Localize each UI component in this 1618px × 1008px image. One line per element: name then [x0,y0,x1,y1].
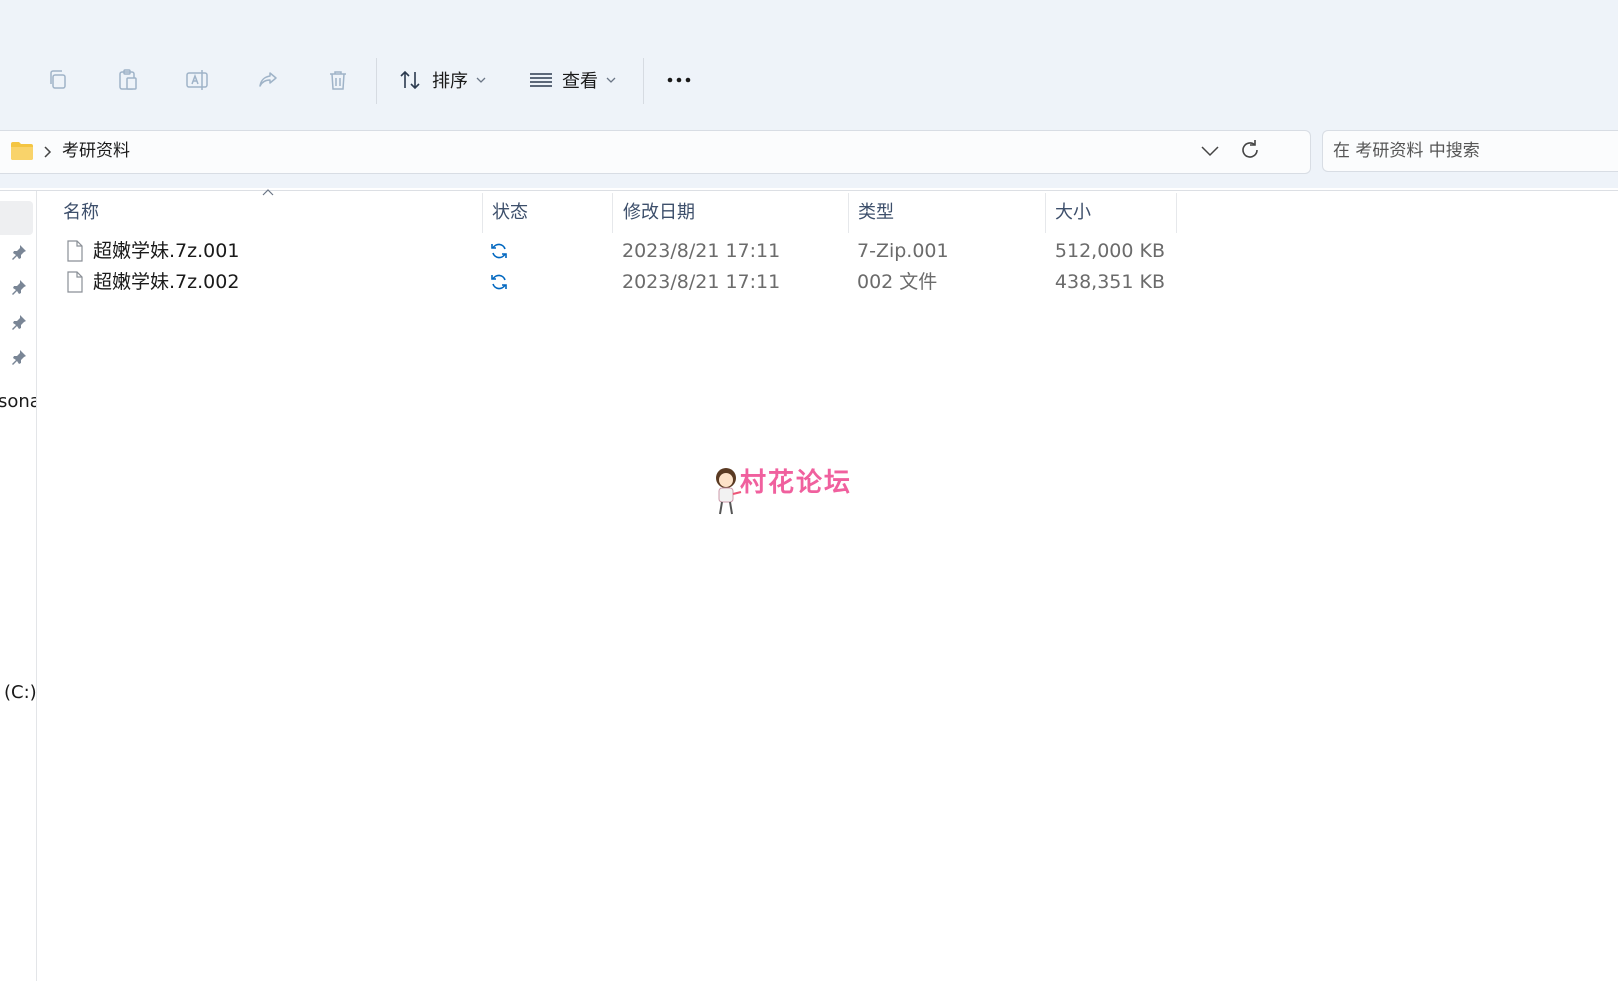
file-size: 512,000 KB [1054,240,1165,262]
rename-button[interactable] [180,62,216,98]
file-row[interactable]: 超嫩学妹.7z.002 2023/8/21 17:11 002 文件 438,3… [60,266,1210,298]
share-icon [259,72,277,87]
file-date-modified: 2023/8/21 17:11 [622,240,781,262]
more-options-button[interactable] [661,62,697,98]
column-header-size[interactable]: 大小 [1045,193,1177,233]
file-date-modified: 2023/8/21 17:11 [622,271,781,293]
sort-icon [400,70,420,90]
view-button[interactable]: 查看 [528,62,616,98]
chevron-down-icon [606,77,616,83]
chevron-down-icon [476,77,486,83]
file-row[interactable]: 超嫩学妹.7z.001 2023/8/21 17:11 7-Zip.001 51… [60,235,1210,267]
file-name: 超嫩学妹.7z.002 [93,271,240,293]
column-header-status[interactable]: 状态 [482,193,613,233]
view-label: 查看 [562,71,598,92]
delete-button[interactable] [320,62,356,98]
file-icon [67,240,83,262]
sort-label: 排序 [432,71,468,92]
command-bar: 排序 查看 [0,0,1618,119]
trash-icon [330,71,346,90]
address-row: 考研资料 在 考研资料 中搜索 [0,118,1618,188]
pin-icon [12,350,26,365]
nav-item-selected[interactable] [0,201,33,235]
pin-icon [12,280,26,295]
watermark: 村花论坛 [710,466,880,516]
pin-icon [12,315,26,330]
refresh-icon[interactable] [1238,138,1262,162]
navigation-pane: sona (C:) [0,191,37,981]
copy-button[interactable] [40,62,76,98]
column-header-name[interactable]: 名称 [53,193,483,233]
file-name: 超嫩学妹.7z.001 [93,240,240,262]
folder-icon [11,142,33,160]
search-input[interactable]: 在 考研资料 中搜索 [1322,130,1618,172]
paste-icon [119,69,137,90]
column-header-date-modified[interactable]: 修改日期 [613,193,849,233]
sync-status-icon [491,243,507,259]
paste-button[interactable] [110,62,146,98]
copy-icon [50,70,66,89]
divider [0,190,1618,191]
view-list-icon [530,73,552,87]
more-dots-icon [667,77,691,83]
rename-icon [186,70,208,90]
breadcrumb-current-folder[interactable]: 考研资料 [62,131,130,171]
nav-item-drive-c[interactable]: (C:) [4,682,36,703]
toolbar-separator [376,58,377,104]
column-header-type[interactable]: 类型 [848,193,1046,233]
file-icon [67,271,83,293]
breadcrumb-separator-icon [44,146,52,158]
watermark-text: 村花论坛 [740,468,853,498]
toolbar-separator [643,58,644,104]
file-type: 002 文件 [857,271,938,293]
share-button[interactable] [250,62,286,98]
address-history-chevron-icon[interactable] [1200,144,1220,158]
address-bar[interactable]: 考研资料 [0,130,1311,174]
file-size: 438,351 KB [1054,271,1165,293]
sync-status-icon [491,274,507,290]
pin-icon [12,245,26,260]
sort-button[interactable]: 排序 [398,62,486,98]
file-type: 7-Zip.001 [857,240,949,262]
nav-item-personal[interactable]: sona [0,391,36,412]
